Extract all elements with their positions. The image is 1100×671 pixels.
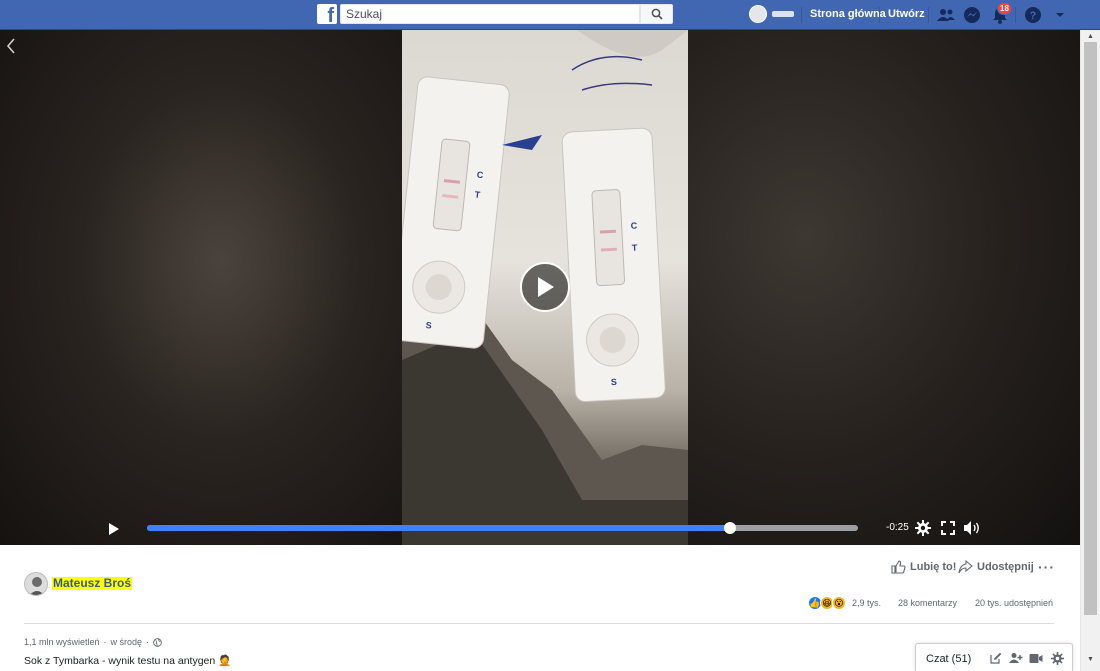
fullscreen-icon[interactable] (939, 519, 957, 537)
nav-divider (801, 7, 802, 23)
time-remaining: -0:25 (886, 522, 909, 533)
create-link[interactable]: Utwórz (888, 8, 925, 20)
nav-divider (928, 7, 929, 23)
compose-icon[interactable] (989, 651, 1003, 665)
comments-count[interactable]: 28 komentarzy (898, 598, 957, 608)
like-button[interactable]: Lubię to! (891, 560, 956, 574)
author-avatar[interactable] (24, 572, 48, 596)
svg-text:S: S (425, 320, 432, 331)
friends-icon[interactable] (936, 5, 956, 25)
share-label: Udostępnij (977, 561, 1034, 573)
video-player[interactable]: C T S C T S -0:25 (0, 30, 1080, 545)
scrollbar-thumb[interactable] (1084, 42, 1097, 615)
video-blur-right (688, 30, 1080, 545)
svg-text:S: S (611, 377, 618, 387)
progress-handle[interactable] (724, 522, 737, 534)
page-scrollbar[interactable]: ▲ ▼ (1080, 30, 1100, 671)
top-navigation-bar: f Strona główna Utwórz 18 ? (0, 0, 1100, 30)
search-button[interactable] (640, 4, 673, 24)
globe-icon (153, 637, 162, 647)
play-icon (538, 277, 554, 297)
post-meta: 1,1 mln wyświetleń · w środę · (24, 637, 162, 647)
meta-separator: · (103, 637, 107, 647)
video-call-icon[interactable] (1029, 651, 1043, 665)
search-box (340, 4, 640, 24)
back-icon[interactable] (6, 38, 16, 59)
thumbs-up-icon (891, 560, 906, 574)
chat-sidebar-bar[interactable]: Czat (51) (915, 643, 1073, 671)
home-link[interactable]: Strona główna (810, 8, 886, 20)
play-button[interactable] (520, 262, 570, 312)
progress-bar[interactable] (147, 522, 858, 534)
reactions-summary[interactable]: 👍 😆 😮 (808, 596, 846, 610)
profile-avatar[interactable] (749, 5, 767, 23)
nav-divider (879, 7, 880, 23)
svg-text:?: ? (1030, 10, 1037, 22)
scroll-up-arrow[interactable]: ▲ (1087, 33, 1094, 40)
controls-play-button[interactable] (108, 522, 120, 541)
author-name[interactable]: Mateusz Broś (52, 577, 133, 590)
reaction-count[interactable]: 2,9 tys. (852, 598, 881, 608)
share-icon (958, 560, 973, 574)
profile-name[interactable] (772, 11, 794, 17)
notification-badge: 18 (997, 2, 1012, 15)
facebook-logo[interactable]: f (317, 4, 337, 24)
caret-down-icon[interactable] (1050, 5, 1070, 25)
help-icon[interactable]: ? (1023, 5, 1043, 25)
like-label: Lubię to! (910, 561, 957, 573)
settings-icon[interactable] (914, 519, 932, 537)
scroll-down-arrow[interactable]: ▼ (1087, 656, 1094, 663)
video-blur-left (0, 30, 402, 545)
post-caption: Sok z Tymbarka - wynik testu na antygen … (24, 655, 232, 667)
search-input[interactable] (341, 5, 631, 23)
chat-label[interactable]: Czat (51) (926, 653, 971, 665)
wow-reaction-icon: 😮 (832, 596, 846, 610)
shares-count[interactable]: 20 tys. udostępnień (975, 598, 1053, 608)
play-icon (109, 523, 119, 535)
progress-fill (147, 525, 731, 531)
volume-icon[interactable] (963, 519, 981, 537)
search-icon (651, 8, 663, 20)
gear-icon[interactable] (1050, 651, 1064, 665)
nav-divider (1015, 7, 1016, 23)
messenger-icon[interactable] (962, 5, 982, 25)
post-date[interactable]: w środę (111, 637, 143, 647)
svg-text:T: T (632, 243, 639, 253)
new-group-icon[interactable] (1009, 651, 1023, 665)
meta-separator: · (146, 637, 150, 647)
svg-text:C: C (630, 221, 638, 231)
view-count: 1,1 mln wyświetleń (24, 637, 100, 647)
share-button[interactable]: Udostępnij (958, 560, 1034, 574)
more-options-button[interactable]: ··· (1038, 559, 1055, 575)
divider (24, 623, 1054, 624)
